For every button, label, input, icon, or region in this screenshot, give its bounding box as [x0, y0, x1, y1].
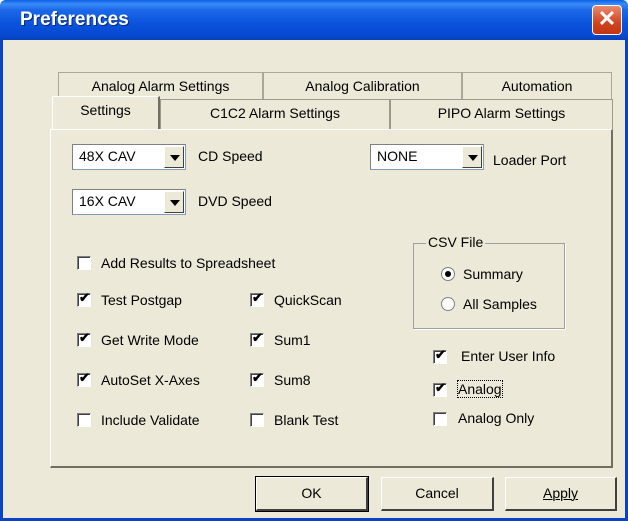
analog-only-label: Analog Only	[458, 410, 535, 426]
sum1-label: Sum1	[274, 332, 311, 348]
all-samples-label: All Samples	[463, 296, 537, 312]
get-write-mode-label: Get Write Mode	[101, 332, 199, 348]
close-button[interactable]: ✕	[592, 5, 622, 35]
cancel-button[interactable]: Cancel	[381, 477, 494, 511]
sum8-label: Sum8	[274, 372, 311, 388]
csv-file-group	[413, 243, 565, 329]
tab-pipo-alarm-settings[interactable]: PIPO Alarm Settings	[390, 99, 613, 129]
cd-speed-value: 48X CAV	[79, 148, 136, 164]
window-title: Preferences	[20, 9, 129, 30]
sum1-checkbox[interactable]	[250, 330, 264, 347]
chevron-down-icon[interactable]	[164, 146, 184, 168]
blank-test-checkbox[interactable]	[250, 413, 264, 427]
enter-user-info-label: Enter User Info	[461, 348, 556, 364]
summary-radio[interactable]	[441, 267, 455, 281]
tab-analog-calibration[interactable]: Analog Calibration	[263, 72, 462, 102]
quickscan-label: QuickScan	[274, 292, 342, 308]
autoset-x-axes-label: AutoSet X-Axes	[101, 372, 200, 388]
blank-test-label: Blank Test	[274, 412, 339, 428]
dvd-speed-label: DVD Speed	[198, 193, 272, 209]
cd-speed-select[interactable]: 48X CAV	[72, 144, 186, 170]
quickscan-checkbox[interactable]	[250, 290, 264, 307]
ok-button[interactable]: OK	[255, 476, 369, 512]
analog-only-checkbox[interactable]	[433, 412, 447, 426]
test-postgap-checkbox[interactable]	[77, 290, 91, 307]
chevron-down-icon[interactable]	[462, 146, 482, 168]
csv-file-group-title: CSV File	[426, 234, 486, 250]
loader-port-label: Loader Port	[493, 152, 567, 168]
dvd-speed-value: 16X CAV	[79, 193, 136, 209]
loader-port-select[interactable]: NONE	[370, 144, 484, 170]
loader-port-value: NONE	[377, 148, 418, 164]
chevron-down-icon[interactable]	[164, 191, 184, 213]
analog-label: Analog	[457, 380, 503, 398]
add-results-checkbox[interactable]	[77, 256, 91, 270]
close-icon: ✕	[597, 6, 617, 31]
tab-c1c2-alarm-settings[interactable]: C1C2 Alarm Settings	[160, 99, 390, 129]
analog-checkbox[interactable]	[433, 380, 447, 397]
title-bar[interactable]: Preferences ✕	[0, 0, 628, 40]
tab-settings[interactable]: Settings	[52, 96, 160, 129]
include-validate-label: Include Validate	[101, 412, 200, 428]
tab-automation[interactable]: Automation	[462, 72, 612, 102]
all-samples-radio[interactable]	[441, 297, 455, 311]
test-postgap-label: Test Postgap	[101, 292, 182, 308]
summary-label: Summary	[463, 266, 523, 282]
sum8-checkbox[interactable]	[250, 370, 264, 387]
include-validate-checkbox[interactable]	[77, 413, 91, 427]
get-write-mode-checkbox[interactable]	[77, 330, 91, 347]
apply-button[interactable]: Apply	[505, 477, 617, 511]
cd-speed-label: CD Speed	[198, 148, 263, 164]
dvd-speed-select[interactable]: 16X CAV	[72, 189, 186, 215]
enter-user-info-checkbox[interactable]	[433, 347, 447, 364]
autoset-x-axes-checkbox[interactable]	[77, 370, 91, 387]
add-results-label: Add Results to Spreadsheet	[101, 255, 276, 271]
